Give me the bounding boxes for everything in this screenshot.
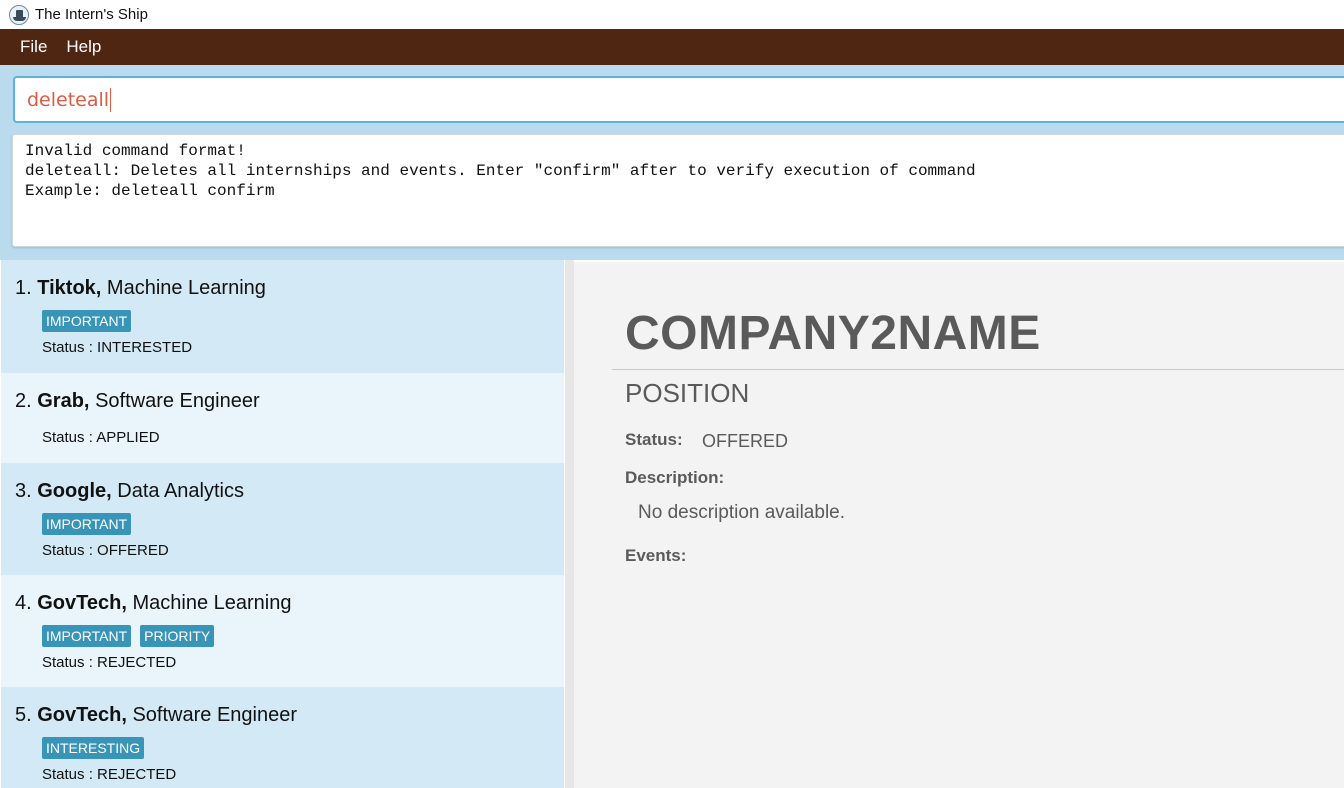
card-title: 3. Google, Data Analytics: [15, 480, 244, 503]
detail-events-label: Events:: [625, 546, 687, 565]
menu-bar: File Help: [0, 29, 1344, 65]
command-input[interactable]: deleteall: [13, 76, 1344, 123]
card-tags: IMPORTANT: [42, 513, 140, 535]
card-status: Status : REJECTED: [42, 654, 177, 671]
card-company: GovTech,: [37, 592, 127, 614]
tag-badge: IMPORTANT: [42, 310, 132, 332]
card-index: 4.: [15, 592, 32, 614]
tag-badge: IMPORTANT: [42, 513, 132, 535]
card-status: Status : OFFERED: [42, 542, 169, 559]
card-position: Machine Learning: [132, 592, 292, 614]
internship-card[interactable]: 2. Grab, Software Engineer Status : APPL…: [1, 373, 564, 463]
detail-description-label: Description:: [625, 468, 725, 487]
card-position: Machine Learning: [106, 277, 266, 299]
internship-detail-panel: COMPANY2NAME POSITION Status: OFFERED De…: [574, 262, 1344, 788]
list-scrollbar[interactable]: [565, 260, 574, 788]
detail-status-label: Status:: [625, 430, 683, 449]
ship-icon: [9, 4, 29, 25]
card-company: GovTech,: [37, 704, 127, 726]
card-tags: INTERESTING: [42, 737, 153, 759]
card-title: 2. Grab, Software Engineer: [15, 390, 260, 413]
result-line: Example: deleteall confirm: [25, 182, 275, 200]
detail-divider: [612, 369, 1344, 370]
command-area: deleteall Invalid command format! delete…: [0, 65, 1344, 260]
result-display[interactable]: Invalid command format! deleteall: Delet…: [12, 134, 1344, 247]
internship-list[interactable]: 1. Tiktok, Machine Learning IMPORTANT St…: [0, 260, 565, 788]
detail-position: POSITION: [625, 378, 750, 408]
card-company: Tiktok,: [37, 277, 102, 299]
card-company: Grab,: [37, 390, 90, 412]
card-title: 1. Tiktok, Machine Learning: [15, 277, 266, 300]
card-position: Software Engineer: [132, 704, 298, 726]
card-tags: IMPORTANT PRIORITY: [42, 625, 223, 647]
card-title: 4. GovTech, Machine Learning: [15, 592, 291, 615]
tag-badge: INTERESTING: [42, 737, 145, 759]
tag-badge: IMPORTANT: [42, 625, 132, 647]
tag-badge: PRIORITY: [140, 625, 215, 647]
detail-status-value: OFFERED: [702, 431, 789, 451]
menu-file[interactable]: File: [20, 37, 47, 57]
internship-card[interactable]: 4. GovTech, Machine Learning IMPORTANT P…: [1, 575, 564, 687]
window-title: The Intern's Ship: [35, 6, 148, 23]
card-index: 1.: [15, 277, 32, 299]
card-company: Google,: [37, 480, 112, 502]
card-index: 2.: [15, 390, 32, 412]
result-line: deleteall: Deletes all internships and e…: [25, 162, 976, 180]
card-status: Status : INTERESTED: [42, 339, 193, 356]
card-index: 3.: [15, 480, 32, 502]
detail-company: COMPANY2NAME: [625, 307, 1041, 360]
card-tags: IMPORTANT: [42, 310, 140, 332]
card-status: Status : REJECTED: [42, 766, 177, 783]
title-bar: The Intern's Ship: [0, 0, 1344, 29]
card-index: 5.: [15, 704, 32, 726]
card-title: 5. GovTech, Software Engineer: [15, 704, 297, 727]
command-text: deleteall: [27, 88, 110, 111]
card-position: Software Engineer: [95, 390, 260, 412]
internship-card[interactable]: 3. Google, Data Analytics IMPORTANT Stat…: [1, 463, 564, 575]
internship-card[interactable]: 5. GovTech, Software Engineer INTERESTIN…: [1, 687, 564, 788]
result-line: Invalid command format!: [25, 142, 246, 160]
internship-card[interactable]: 1. Tiktok, Machine Learning IMPORTANT St…: [1, 260, 564, 373]
card-position: Data Analytics: [117, 480, 244, 502]
detail-description-value: No description available.: [638, 502, 846, 523]
menu-help[interactable]: Help: [66, 37, 101, 57]
text-caret: [110, 87, 112, 112]
card-status: Status : APPLIED: [42, 429, 160, 446]
